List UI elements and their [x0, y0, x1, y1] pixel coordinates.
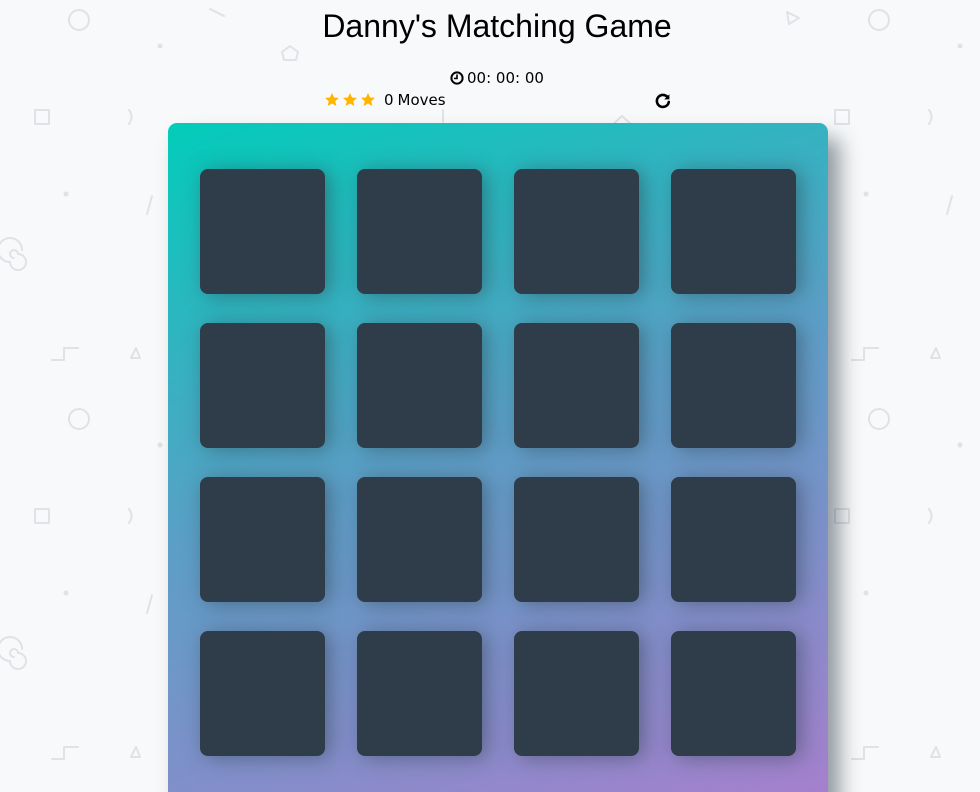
repeat-icon: [655, 93, 671, 109]
star-icon: [325, 93, 339, 106]
restart-button[interactable]: [654, 92, 672, 110]
card[interactable]: [357, 169, 482, 294]
card[interactable]: [200, 477, 325, 602]
card-deck: [168, 123, 828, 792]
clock-icon: [450, 71, 464, 85]
card[interactable]: [200, 631, 325, 756]
card[interactable]: [671, 631, 796, 756]
game-timer: 00: 00: 00: [450, 68, 544, 88]
card[interactable]: [514, 323, 639, 448]
star-icon: [361, 93, 375, 106]
moves-counter: 0 Moves: [384, 91, 446, 109]
card[interactable]: [357, 631, 482, 756]
moves-count: 0: [384, 91, 394, 109]
page-title: Danny's Matching Game: [322, 8, 672, 44]
card[interactable]: [514, 631, 639, 756]
timer-display: 00: 00: 00: [467, 69, 544, 87]
score-panel: 0 Moves: [324, 90, 674, 112]
card[interactable]: [200, 323, 325, 448]
card[interactable]: [514, 169, 639, 294]
card[interactable]: [357, 323, 482, 448]
card[interactable]: [671, 323, 796, 448]
star-icon: [343, 93, 357, 106]
moves-label: Moves: [397, 91, 446, 109]
card[interactable]: [200, 169, 325, 294]
card[interactable]: [671, 477, 796, 602]
card[interactable]: [357, 477, 482, 602]
star-rating: [324, 92, 376, 108]
card[interactable]: [671, 169, 796, 294]
card[interactable]: [514, 477, 639, 602]
